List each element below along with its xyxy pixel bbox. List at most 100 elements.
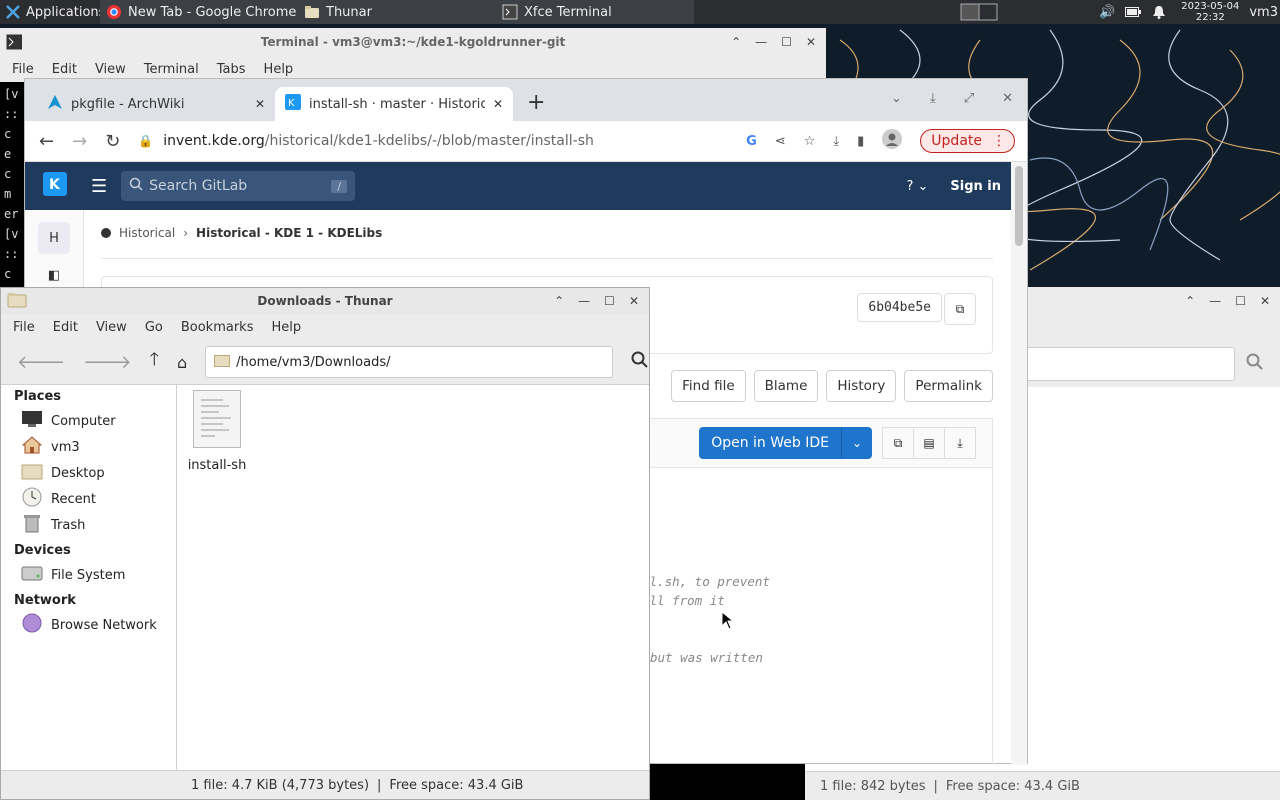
sidebar-item-trash[interactable]: Trash: [1, 512, 176, 538]
project-info-icon[interactable]: ◧: [44, 268, 64, 283]
tab-install-sh[interactable]: K install-sh · master · Historical / ✕: [275, 87, 513, 121]
share-icon[interactable]: ⋖: [775, 134, 786, 149]
terminal-shade-button[interactable]: ⌃: [731, 35, 741, 49]
sidebar-item-desktop[interactable]: Desktop: [1, 460, 176, 486]
sidebar-item-file-system[interactable]: File System: [1, 562, 176, 588]
terminal-menu-terminal[interactable]: Terminal: [144, 62, 199, 77]
terminal-minimize-button[interactable]: —: [755, 35, 767, 49]
thunar-file-view[interactable]: install-sh: [177, 384, 649, 771]
battery-icon[interactable]: [1125, 4, 1142, 20]
user-name[interactable]: vm3: [1249, 5, 1278, 20]
taskbar-item-thunar[interactable]: Thunar: [298, 0, 496, 24]
thunar-shade-button[interactable]: ⌃: [554, 294, 564, 308]
tab-search-icon[interactable]: ⌄: [891, 91, 902, 106]
thunar-menu-bookmarks[interactable]: Bookmarks: [181, 320, 254, 335]
chrome-tab-strip: pkgfile - ArchWiki ✕ K install-sh · mast…: [25, 79, 1027, 121]
terminal-menu-tabs[interactable]: Tabs: [217, 62, 246, 77]
tab-close-icon[interactable]: ✕: [255, 97, 265, 111]
search-icon: [129, 177, 143, 195]
forward-icon[interactable]: →: [72, 131, 87, 152]
thunar-menu-help[interactable]: Help: [271, 320, 301, 335]
side-panel-icon[interactable]: ▮: [857, 134, 864, 149]
thunar-minimize-button[interactable]: —: [578, 294, 590, 308]
second-thunar-close-button[interactable]: ✕: [1260, 294, 1270, 308]
back-icon[interactable]: ←: [39, 131, 54, 152]
home-icon[interactable]: ⌂: [177, 353, 187, 372]
commit-sha[interactable]: 6b04be5e: [857, 293, 942, 322]
project-avatar[interactable]: H: [38, 222, 70, 254]
second-thunar-shade-button[interactable]: ⌃: [1185, 294, 1195, 308]
terminal-menu-edit[interactable]: Edit: [52, 62, 77, 77]
new-tab-icon[interactable]: +: [527, 90, 545, 115]
reload-icon[interactable]: ↻: [105, 131, 120, 152]
notification-bell-icon[interactable]: [1151, 4, 1167, 20]
copy-sha-icon[interactable]: ⧉: [944, 293, 976, 325]
update-button[interactable]: Update ⋮: [920, 129, 1015, 153]
svg-text:K: K: [288, 98, 295, 109]
gitlab-search-input[interactable]: Search GitLab /: [121, 171, 356, 201]
open-in-web-ide-button[interactable]: Open in Web IDE: [699, 427, 841, 459]
thunar-menu-file[interactable]: File: [13, 320, 35, 335]
back-icon[interactable]: 🡐: [17, 352, 65, 373]
thunar-menu-edit[interactable]: Edit: [53, 320, 78, 335]
tab-close-icon[interactable]: ✕: [493, 97, 503, 111]
download-file-icon[interactable]: ⤓: [945, 427, 976, 459]
scrollbar-thumb[interactable]: [1015, 166, 1023, 246]
folder-icon: [304, 4, 320, 20]
bookmark-star-icon[interactable]: ☆: [804, 134, 816, 149]
clock[interactable]: 2023-05-04 22:32: [1181, 1, 1239, 23]
applications-menu-button[interactable]: Applications: [0, 0, 105, 24]
download-icon[interactable]: ⤓: [833, 134, 839, 149]
file-item[interactable]: install-sh: [187, 390, 247, 473]
thunar-menu-go[interactable]: Go: [145, 320, 163, 335]
kde-icon: K: [285, 94, 301, 114]
chrome-maximize-icon[interactable]: ⤢: [964, 91, 974, 106]
address-bar[interactable]: 🔒 invent.kde.org/historical/kde1-kdelibs…: [138, 126, 728, 156]
second-thunar-search-icon[interactable]: [1246, 353, 1264, 375]
hamburger-menu-icon[interactable]: ☰: [91, 176, 107, 197]
kde-gitlab-logo-icon[interactable]: K: [43, 172, 67, 200]
volume-icon[interactable]: 🔊: [1099, 4, 1115, 20]
terminal-close-button[interactable]: ✕: [806, 35, 816, 49]
tab-pkgfile[interactable]: pkgfile - ArchWiki ✕: [37, 87, 275, 121]
forward-icon[interactable]: 🡒: [83, 352, 131, 373]
help-icon[interactable]: ? ⌄: [906, 179, 928, 194]
terminal-menu-help[interactable]: Help: [264, 62, 294, 77]
blame-button[interactable]: Blame: [753, 370, 819, 402]
thunar-menu-view[interactable]: View: [96, 320, 127, 335]
terminal-menu-view[interactable]: View: [95, 62, 126, 77]
taskbar-item-chrome[interactable]: New Tab - Google Chrome: [100, 0, 298, 24]
copy-contents-icon[interactable]: ⧉: [882, 427, 914, 459]
sidebar-item-recent[interactable]: Recent: [1, 486, 176, 512]
second-thunar-minimize-button[interactable]: —: [1209, 294, 1221, 308]
sign-in-link[interactable]: Sign in: [950, 179, 1001, 194]
up-icon[interactable]: 🡑: [150, 347, 159, 377]
terminal-titlebar[interactable]: Terminal - vm3@vm3:~/kde1-kgoldrunner-gi…: [0, 28, 826, 56]
profile-avatar-icon[interactable]: [882, 129, 903, 153]
history-button[interactable]: History: [826, 370, 897, 402]
ide-dropdown-button[interactable]: ⌄: [841, 427, 872, 459]
second-thunar-maximize-button[interactable]: ☐: [1235, 294, 1246, 308]
location-bar[interactable]: /home/vm3/Downloads/: [205, 346, 613, 378]
page-scrollbar[interactable]: [1011, 162, 1027, 765]
thunar-close-button[interactable]: ✕: [629, 294, 639, 308]
google-icon[interactable]: G: [746, 134, 757, 149]
terminal-maximize-button[interactable]: ☐: [781, 35, 792, 49]
breadcrumb-item[interactable]: Historical - KDE 1 - KDELibs: [196, 226, 382, 240]
chrome-minimize-icon[interactable]: ⤓: [930, 91, 936, 106]
workspace-switcher-icon[interactable]: [959, 3, 999, 21]
sidebar-item-computer[interactable]: Computer: [1, 408, 176, 434]
chrome-close-icon[interactable]: ✕: [1002, 91, 1013, 106]
taskbar-item-terminal[interactable]: Xfce Terminal: [496, 0, 694, 24]
sidebar-item-browse-network[interactable]: Browse Network: [1, 612, 176, 638]
search-icon[interactable]: [631, 351, 649, 373]
open-raw-icon[interactable]: ▤: [914, 427, 945, 459]
terminal-menu-file[interactable]: File: [12, 62, 34, 77]
breadcrumb-item[interactable]: Historical: [119, 226, 175, 240]
thunar-maximize-button[interactable]: ☐: [604, 294, 615, 308]
thunar-titlebar[interactable]: Downloads - Thunar ⌃ — ☐ ✕: [1, 288, 649, 314]
find-file-button[interactable]: Find file: [671, 370, 746, 402]
computer-icon: [21, 410, 43, 432]
permalink-button[interactable]: Permalink: [904, 370, 993, 402]
sidebar-item-vm3[interactable]: vm3: [1, 434, 176, 460]
